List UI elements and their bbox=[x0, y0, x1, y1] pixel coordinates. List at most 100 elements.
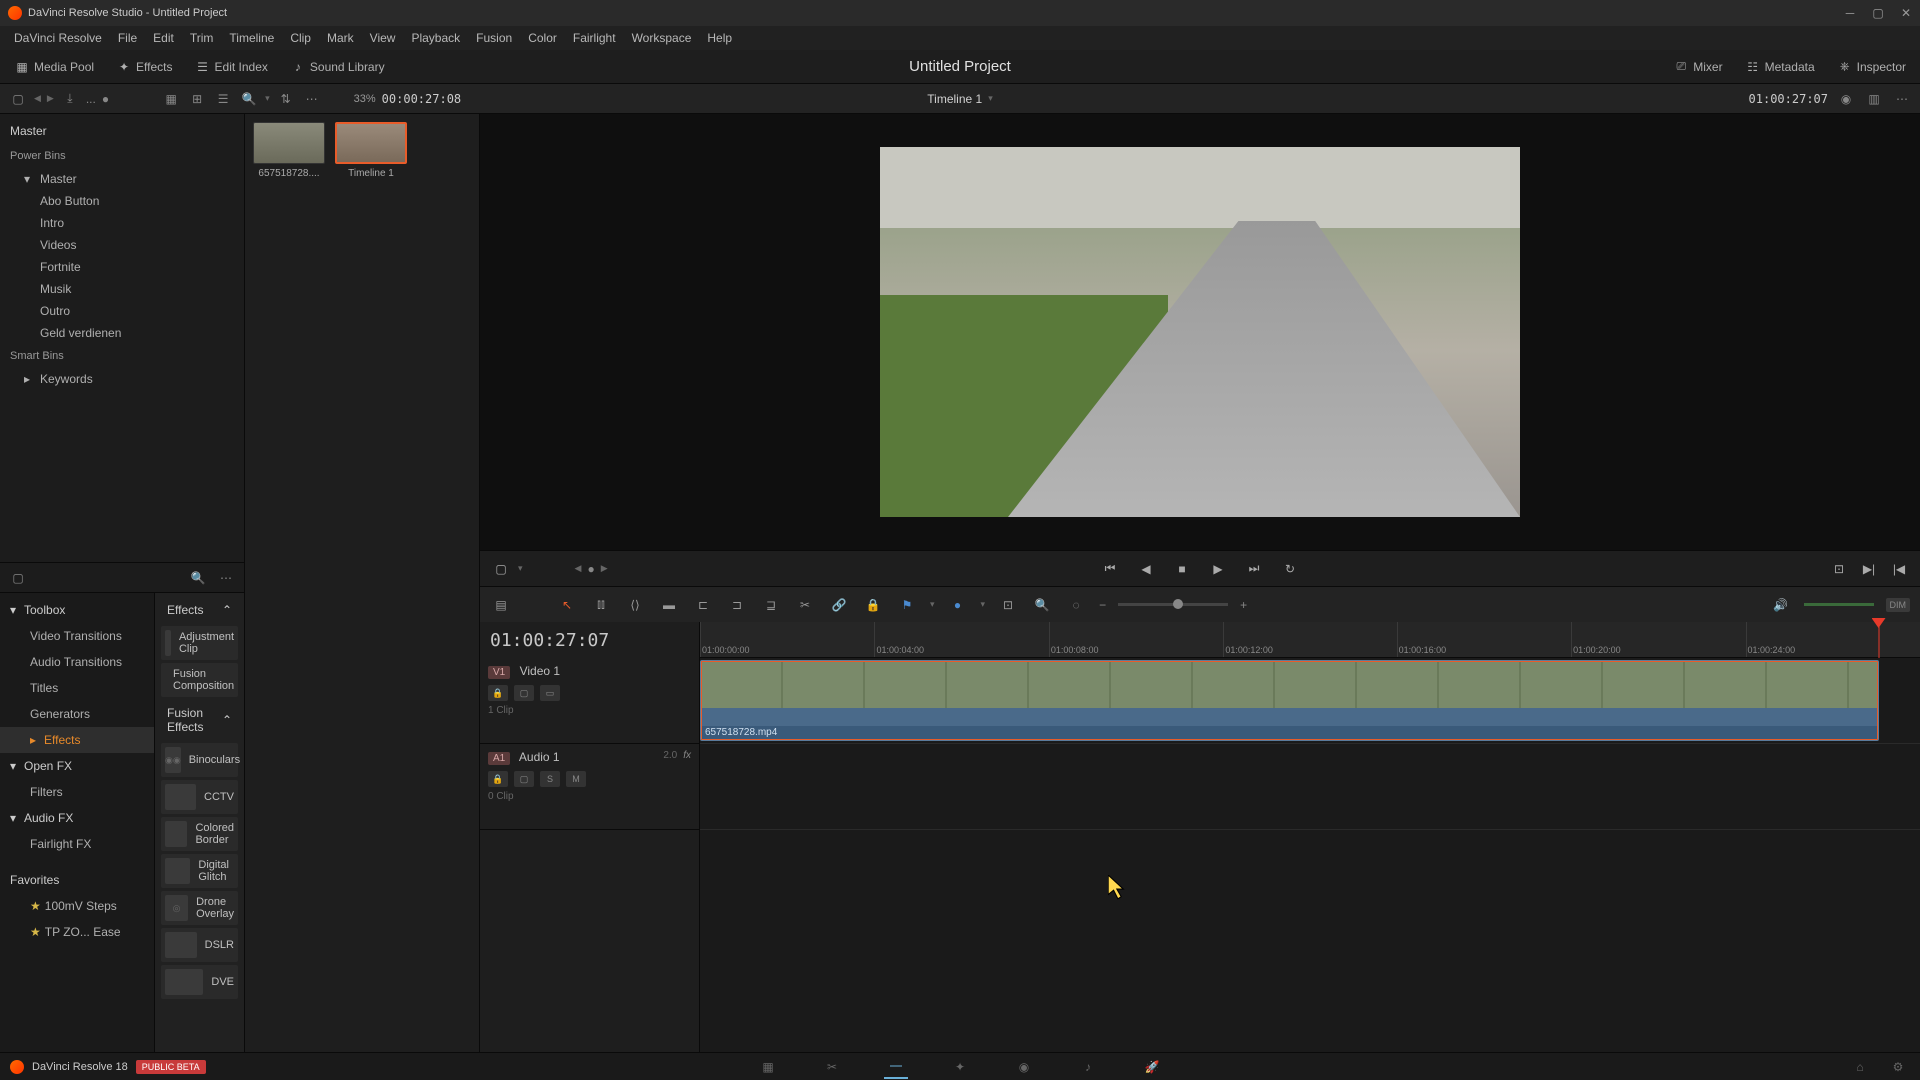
menu-mark[interactable]: Mark bbox=[319, 31, 362, 45]
maximize-button[interactable]: ▢ bbox=[1872, 7, 1884, 19]
bin-item[interactable]: Videos bbox=[0, 234, 244, 256]
media-pool-toggle[interactable]: ▦ Media Pool bbox=[10, 57, 98, 77]
fav-item[interactable]: ★ 100mV Steps bbox=[0, 893, 154, 919]
thumb-view-icon[interactable]: ▦ bbox=[161, 89, 181, 109]
bin-master[interactable]: Master bbox=[0, 118, 244, 144]
media-page-tab[interactable]: ▦ bbox=[756, 1055, 780, 1079]
insert-icon[interactable]: ⊏ bbox=[692, 594, 714, 616]
bin-view-icon[interactable]: ▢ bbox=[8, 89, 28, 109]
next-frame-button[interactable]: ⏭ bbox=[1243, 558, 1265, 580]
close-button[interactable]: ✕ bbox=[1900, 7, 1912, 19]
bypass-icon[interactable]: ◉ bbox=[1836, 89, 1856, 109]
fx-item[interactable]: DVE bbox=[161, 965, 238, 999]
viewer-options-icon[interactable]: ⋯ bbox=[1892, 89, 1912, 109]
first-frame-button[interactable]: ⏮ bbox=[1099, 558, 1121, 580]
menu-fairlight[interactable]: Fairlight bbox=[565, 31, 624, 45]
loop-button[interactable]: ↻ bbox=[1279, 558, 1301, 580]
blade-edit-icon[interactable]: ✂ bbox=[794, 594, 816, 616]
fx-item[interactable]: CCTV bbox=[161, 780, 238, 814]
menu-view[interactable]: View bbox=[362, 31, 404, 45]
fx-nav-filters[interactable]: Filters bbox=[0, 779, 154, 805]
selection-tool-icon[interactable]: ↖ bbox=[556, 594, 578, 616]
minimize-button[interactable]: ─ bbox=[1844, 7, 1856, 19]
dim-badge[interactable]: DIM bbox=[1886, 598, 1911, 612]
next-edit-icon[interactable]: ▶| bbox=[1858, 558, 1880, 580]
zoom-slider[interactable] bbox=[1118, 603, 1228, 606]
audio-track-header[interactable]: A1 Audio 1 fx 2.0 🔒 ▢ S M 0 Clip bbox=[480, 744, 699, 830]
fx-group-effects[interactable]: Effects⌃ bbox=[159, 597, 240, 623]
zoom-percent[interactable]: 33% bbox=[354, 93, 376, 105]
timeline-name[interactable]: Timeline 1 bbox=[927, 92, 982, 106]
timeline-ruler[interactable]: 01:00:00:00 01:00:04:00 01:00:08:00 01:0… bbox=[700, 622, 1920, 658]
metadata-toggle[interactable]: ☷ Metadata bbox=[1741, 57, 1819, 77]
fx-item[interactable]: DSLR bbox=[161, 928, 238, 962]
list-view-icon[interactable]: ☰ bbox=[213, 89, 233, 109]
play-button[interactable]: ▶ bbox=[1207, 558, 1229, 580]
fx-nav-titles[interactable]: Titles bbox=[0, 675, 154, 701]
fx-nav-openfx[interactable]: ▾Open FX bbox=[0, 753, 154, 779]
deliver-page-tab[interactable]: 🚀 bbox=[1140, 1055, 1164, 1079]
edit-index-toggle[interactable]: ☰ Edit Index bbox=[191, 57, 272, 77]
fx-nav-audio-transitions[interactable]: Audio Transitions bbox=[0, 649, 154, 675]
search-icon[interactable]: 🔍 bbox=[239, 89, 259, 109]
video-track-header[interactable]: V1 Video 1 🔒 ▢ ▭ 1 Clip bbox=[480, 658, 699, 744]
menu-playback[interactable]: Playback bbox=[403, 31, 468, 45]
bin-item[interactable]: Geld verdienen bbox=[0, 322, 244, 344]
volume-slider[interactable] bbox=[1804, 603, 1874, 606]
menu-help[interactable]: Help bbox=[699, 31, 740, 45]
fx-item[interactable]: ◎Drone Overlay bbox=[161, 891, 238, 925]
lock-icon[interactable]: 🔒 bbox=[862, 594, 884, 616]
fx-nav-toolbox[interactable]: ▾Toolbox bbox=[0, 597, 154, 623]
trim-tool-icon[interactable]: ⫾⫾ bbox=[590, 594, 612, 616]
solo-button[interactable]: S bbox=[540, 771, 560, 787]
stop-button[interactable]: ■ bbox=[1171, 558, 1193, 580]
match-frame-icon[interactable]: ⊡ bbox=[1828, 558, 1850, 580]
menu-color[interactable]: Color bbox=[520, 31, 565, 45]
overwrite-icon[interactable]: ⊐ bbox=[726, 594, 748, 616]
marker-icon[interactable]: ● bbox=[947, 594, 969, 616]
viewer[interactable] bbox=[480, 114, 1920, 550]
fairlight-page-tab[interactable]: ♪ bbox=[1076, 1055, 1100, 1079]
track-lock-icon[interactable]: 🔒 bbox=[488, 685, 508, 701]
clip-thumbnail[interactable]: 657518728.... bbox=[253, 122, 325, 179]
fx-group-fusion[interactable]: Fusion Effects⌃ bbox=[159, 700, 240, 740]
mixer-toggle[interactable]: ⎚ Mixer bbox=[1669, 57, 1726, 77]
zoom-full-icon[interactable]: ⊡ bbox=[997, 594, 1019, 616]
viewer-mode-icon[interactable]: ▢ bbox=[490, 558, 512, 580]
video-clip[interactable]: 657518728.mp4 bbox=[700, 660, 1879, 741]
bin-item[interactable]: Abo Button bbox=[0, 190, 244, 212]
replace-icon[interactable]: ⊒ bbox=[760, 594, 782, 616]
cut-page-tab[interactable]: ✂ bbox=[820, 1055, 844, 1079]
edit-page-tab[interactable]: ⎯⎯ bbox=[884, 1055, 908, 1079]
fx-nav-audiofx[interactable]: ▾Audio FX bbox=[0, 805, 154, 831]
fx-item[interactable]: Colored Border bbox=[161, 817, 238, 851]
menu-fusion[interactable]: Fusion bbox=[468, 31, 520, 45]
nav-back[interactable]: ◀ bbox=[34, 93, 41, 104]
menu-davinci[interactable]: DaVinci Resolve bbox=[6, 31, 110, 45]
menu-clip[interactable]: Clip bbox=[282, 31, 319, 45]
match-next-icon[interactable]: ▶ bbox=[601, 563, 608, 574]
fx-nav-generators[interactable]: Generators bbox=[0, 701, 154, 727]
auto-select-icon[interactable]: ▢ bbox=[514, 685, 534, 701]
import-icon[interactable]: ⤓ bbox=[60, 89, 80, 109]
zoom-custom-icon[interactable]: ◌ bbox=[1065, 594, 1087, 616]
fx-search-icon[interactable]: 🔍 bbox=[188, 568, 208, 588]
effects-toggle[interactable]: ✦ Effects bbox=[112, 57, 176, 77]
mute-button[interactable]: M bbox=[566, 771, 586, 787]
dynamic-trim-icon[interactable]: ⟨⟩ bbox=[624, 594, 646, 616]
home-icon[interactable]: ⌂ bbox=[1848, 1055, 1872, 1079]
fx-item[interactable]: Digital Glitch bbox=[161, 854, 238, 888]
split-view-icon[interactable]: ▥ bbox=[1864, 89, 1884, 109]
menu-file[interactable]: File bbox=[110, 31, 145, 45]
fx-nav-fairlightfx[interactable]: Fairlight FX bbox=[0, 831, 154, 857]
fx-item[interactable]: ◉◉Binoculars bbox=[161, 743, 238, 777]
zoom-detail-icon[interactable]: 🔍 bbox=[1031, 594, 1053, 616]
menu-edit[interactable]: Edit bbox=[145, 31, 182, 45]
options-icon[interactable]: ⋯ bbox=[302, 89, 322, 109]
smart-bin-keywords[interactable]: ▸Keywords bbox=[0, 368, 244, 390]
fx-item[interactable]: Fusion Composition bbox=[161, 663, 238, 697]
settings-icon[interactable]: ⚙ bbox=[1886, 1055, 1910, 1079]
bin-list-icon[interactable]: ▢ bbox=[8, 568, 28, 588]
inspector-toggle[interactable]: ⎈ Inspector bbox=[1833, 57, 1910, 77]
grid-view-icon[interactable]: ⊞ bbox=[187, 89, 207, 109]
